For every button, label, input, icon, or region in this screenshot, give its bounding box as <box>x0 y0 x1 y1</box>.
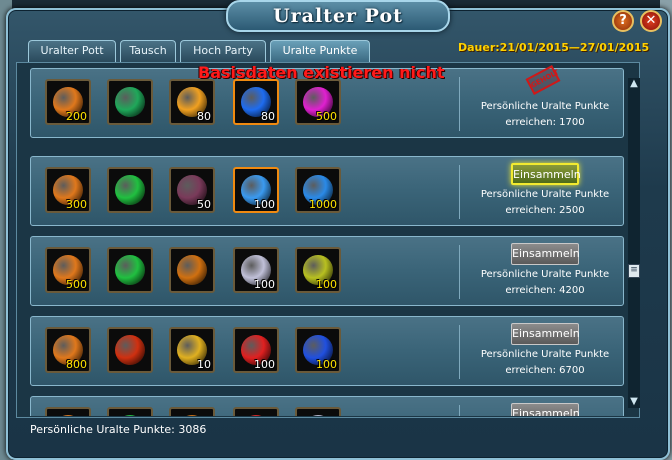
row-divider <box>459 77 460 131</box>
reward-item-slot[interactable]: 200 <box>45 79 91 125</box>
collect-button[interactable]: Einsammeln <box>511 243 580 265</box>
green-gem-icon <box>115 175 145 205</box>
reward-item-slot[interactable]: 80 <box>169 79 215 125</box>
scrollbar[interactable]: ▲ ≡ ▼ <box>628 78 640 408</box>
tab-uralter-pott[interactable]: Uralter Pott <box>28 40 116 62</box>
collect-button[interactable]: Einsammeln <box>511 323 580 345</box>
reward-item-slot[interactable] <box>107 327 153 373</box>
item-count: 500 <box>66 278 87 291</box>
requirement-label: Persönliche Uralte Punkte <box>480 269 610 280</box>
orange-orb-icon <box>177 255 207 285</box>
reward-item-slot[interactable] <box>107 167 153 213</box>
item-count: 50 <box>197 198 211 211</box>
tab-uralte-punkte[interactable]: Uralte Punkte <box>270 40 370 62</box>
reward-row: 500 100 100 Einsammeln Persönliche Uralte Pu… <box>30 236 624 306</box>
requirement-label: Persönliche Uralte Punkte <box>480 349 610 360</box>
reward-item-slot[interactable]: 10 <box>169 327 215 373</box>
requirement-value: erreichen: 4200 <box>505 285 585 296</box>
item-count: 1000 <box>309 198 337 211</box>
collect-button[interactable]: Einsammeln <box>511 163 581 185</box>
scroll-up-icon[interactable]: ▲ <box>628 78 640 90</box>
reward-item-slot[interactable] <box>107 79 153 125</box>
green-crystal-icon <box>115 87 145 117</box>
help-button[interactable]: ? <box>612 10 634 32</box>
tab-hoch-party[interactable]: Hoch Party <box>180 40 266 62</box>
requirement-label: Persönliche Uralte Punkte <box>480 189 610 200</box>
scroll-down-icon[interactable]: ▼ <box>628 396 640 408</box>
item-count: 100 <box>254 198 275 211</box>
reward-item-slot[interactable]: 100 <box>295 327 341 373</box>
item-count: 100 <box>254 278 275 291</box>
error-message: Basisdaten existieren nicht <box>198 63 445 82</box>
reward-item-slot[interactable]: 100 <box>233 247 279 293</box>
item-count: 500 <box>316 110 337 123</box>
item-count: 300 <box>66 198 87 211</box>
reward-row: 300 50 100 1000 Einsammeln Persönliche Uralte… <box>30 156 624 226</box>
row-divider <box>459 165 460 219</box>
scroll-thumb[interactable]: ≡ <box>628 264 640 278</box>
row-divider <box>459 245 460 299</box>
reward-item-slot[interactable]: 800 <box>45 327 91 373</box>
item-count: 100 <box>316 358 337 371</box>
red-orb-icon <box>115 335 145 365</box>
reward-item-slot[interactable]: 1000 <box>295 167 341 213</box>
claimed-stamp: GEHOLT <box>525 65 561 95</box>
reward-item-slot[interactable]: 100 <box>233 327 279 373</box>
row-divider <box>459 325 460 379</box>
reward-item-slot[interactable]: 50 <box>169 167 215 213</box>
green-gem-icon <box>115 255 145 285</box>
reward-item-slot[interactable]: 100 <box>295 247 341 293</box>
requirement-value: erreichen: 1700 <box>505 117 585 128</box>
tab-tausch[interactable]: Tausch <box>120 40 176 62</box>
item-count: 800 <box>66 358 87 371</box>
item-count: 10 <box>197 358 211 371</box>
total-points: Persönliche Uralte Punkte: 3086 <box>30 423 207 436</box>
reward-item-slot[interactable]: 300 <box>45 167 91 213</box>
close-button[interactable]: ✕ <box>640 10 662 32</box>
window-title: Uralter Pot <box>273 5 403 27</box>
requirement-value: erreichen: 2500 <box>505 205 585 216</box>
reward-item-slot[interactable] <box>107 247 153 293</box>
reward-item-slot[interactable] <box>169 247 215 293</box>
event-duration: Dauer:21/01/2015—27/01/2015 <box>458 41 650 54</box>
reward-item-slot[interactable]: 500 <box>295 79 341 125</box>
reward-item-slot[interactable]: 500 <box>45 247 91 293</box>
item-count: 200 <box>66 110 87 123</box>
reward-item-slot[interactable]: 80 <box>233 79 279 125</box>
requirement-value: erreichen: 6700 <box>505 365 585 376</box>
item-count: 80 <box>261 110 275 123</box>
item-count: 80 <box>197 110 211 123</box>
item-count: 100 <box>254 358 275 371</box>
reward-item-slot[interactable]: 100 <box>233 167 279 213</box>
requirement-label: Persönliche Uralte Punkte <box>480 101 610 112</box>
item-count: 100 <box>316 278 337 291</box>
reward-row: 800 10 100 100 Einsammeln Persönliche Uralte … <box>30 316 624 386</box>
